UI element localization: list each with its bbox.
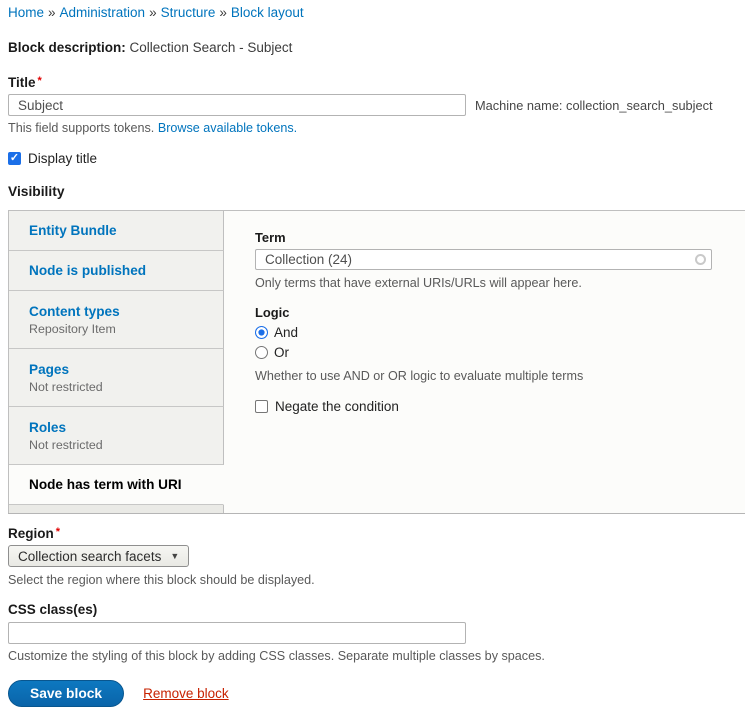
visibility-tab-menu: Entity Bundle Node is published Content …	[8, 211, 224, 513]
breadcrumb-separator: »	[219, 5, 227, 20]
css-classes-input[interactable]	[8, 622, 466, 644]
title-label: Title	[8, 75, 36, 90]
title-input[interactable]	[8, 94, 466, 116]
tab-label: Node is published	[29, 263, 211, 278]
tab-label: Pages	[29, 362, 211, 377]
region-select[interactable]: Collection search facets ▼	[8, 545, 189, 567]
visibility-tab-panel: Term Only terms that have external URIs/…	[224, 211, 745, 513]
region-description: Select the region where this block shoul…	[8, 573, 745, 588]
breadcrumb-separator: »	[48, 5, 56, 20]
breadcrumb-separator: »	[149, 5, 157, 20]
tab-roles[interactable]: Roles Not restricted	[9, 407, 224, 465]
term-autocomplete-input[interactable]	[255, 249, 712, 270]
logic-or-radio[interactable]	[255, 346, 268, 359]
block-description-label: Block description:	[8, 40, 126, 55]
block-configure-page: Home»Administration»Structure»Block layo…	[0, 0, 745, 707]
title-field-group: Title* Machine name: collection_search_s…	[8, 75, 745, 136]
visibility-vertical-tabs: Entity Bundle Node is published Content …	[8, 210, 745, 514]
region-select-value: Collection search facets	[18, 549, 161, 564]
tab-summary: Not restricted	[29, 438, 211, 452]
tab-menu-footer	[9, 505, 224, 513]
block-description: Block description: Collection Search - S…	[8, 40, 745, 56]
logic-label: Logic	[255, 305, 715, 320]
term-field-group: Term Only terms that have external URIs/…	[255, 230, 715, 291]
term-label: Term	[255, 230, 715, 245]
logic-option-or-row: Or	[255, 345, 715, 360]
tab-content-types[interactable]: Content types Repository Item	[9, 291, 224, 349]
browse-tokens-link[interactable]: Browse available tokens.	[158, 121, 297, 135]
required-marker: *	[38, 75, 42, 87]
logic-field-group: Logic And Or Whether to use AND or OR lo…	[255, 305, 715, 384]
checkmark-icon: ✓	[10, 153, 19, 164]
breadcrumb-link-block-layout[interactable]: Block layout	[231, 5, 304, 20]
tab-entity-bundle[interactable]: Entity Bundle	[9, 211, 224, 251]
block-description-value: Collection Search - Subject	[130, 40, 293, 55]
tab-node-has-term-with-uri[interactable]: Node has term with URI	[9, 465, 224, 505]
negate-condition-row: Negate the condition	[255, 399, 715, 414]
chevron-down-icon: ▼	[170, 551, 179, 561]
title-description: This field supports tokens.	[8, 121, 154, 135]
logic-or-label[interactable]: Or	[274, 345, 289, 360]
breadcrumb-link-administration[interactable]: Administration	[60, 5, 146, 20]
region-field-group: Region* Collection search facets ▼ Selec…	[8, 526, 745, 588]
tab-pages[interactable]: Pages Not restricted	[9, 349, 224, 407]
tab-label: Roles	[29, 420, 211, 435]
css-classes-description: Customize the styling of this block by a…	[8, 649, 745, 664]
negate-condition-label[interactable]: Negate the condition	[275, 399, 399, 414]
tab-summary: Not restricted	[29, 380, 211, 394]
breadcrumb: Home»Administration»Structure»Block layo…	[8, 4, 745, 21]
breadcrumb-link-home[interactable]: Home	[8, 5, 44, 20]
visibility-heading: Visibility	[8, 184, 745, 199]
remove-block-link[interactable]: Remove block	[143, 686, 229, 701]
form-actions: Save block Remove block	[8, 680, 745, 707]
breadcrumb-link-structure[interactable]: Structure	[161, 5, 216, 20]
logic-and-label[interactable]: And	[274, 325, 298, 340]
machine-name-text: Machine name: collection_search_subject	[475, 98, 713, 113]
required-marker: *	[56, 526, 60, 538]
logic-description: Whether to use AND or OR logic to evalua…	[255, 369, 715, 384]
css-classes-field-group: CSS class(es) Customize the styling of t…	[8, 602, 745, 664]
tab-summary: Repository Item	[29, 322, 211, 336]
tab-label: Node has term with URI	[29, 477, 211, 492]
tab-node-is-published[interactable]: Node is published	[9, 251, 224, 291]
logic-option-and-row: And	[255, 325, 715, 340]
tab-label: Content types	[29, 304, 211, 319]
css-classes-label: CSS class(es)	[8, 602, 745, 617]
term-description: Only terms that have external URIs/URLs …	[255, 276, 715, 291]
autocomplete-indicator-icon	[695, 254, 706, 265]
display-title-checkbox[interactable]: ✓	[8, 152, 21, 165]
region-label: Region	[8, 526, 54, 541]
display-title-row: ✓ Display title	[8, 151, 745, 166]
negate-condition-checkbox[interactable]	[255, 400, 268, 413]
save-block-button[interactable]: Save block	[8, 680, 124, 707]
display-title-label[interactable]: Display title	[28, 151, 97, 166]
logic-and-radio[interactable]	[255, 326, 268, 339]
tab-label: Entity Bundle	[29, 223, 211, 238]
